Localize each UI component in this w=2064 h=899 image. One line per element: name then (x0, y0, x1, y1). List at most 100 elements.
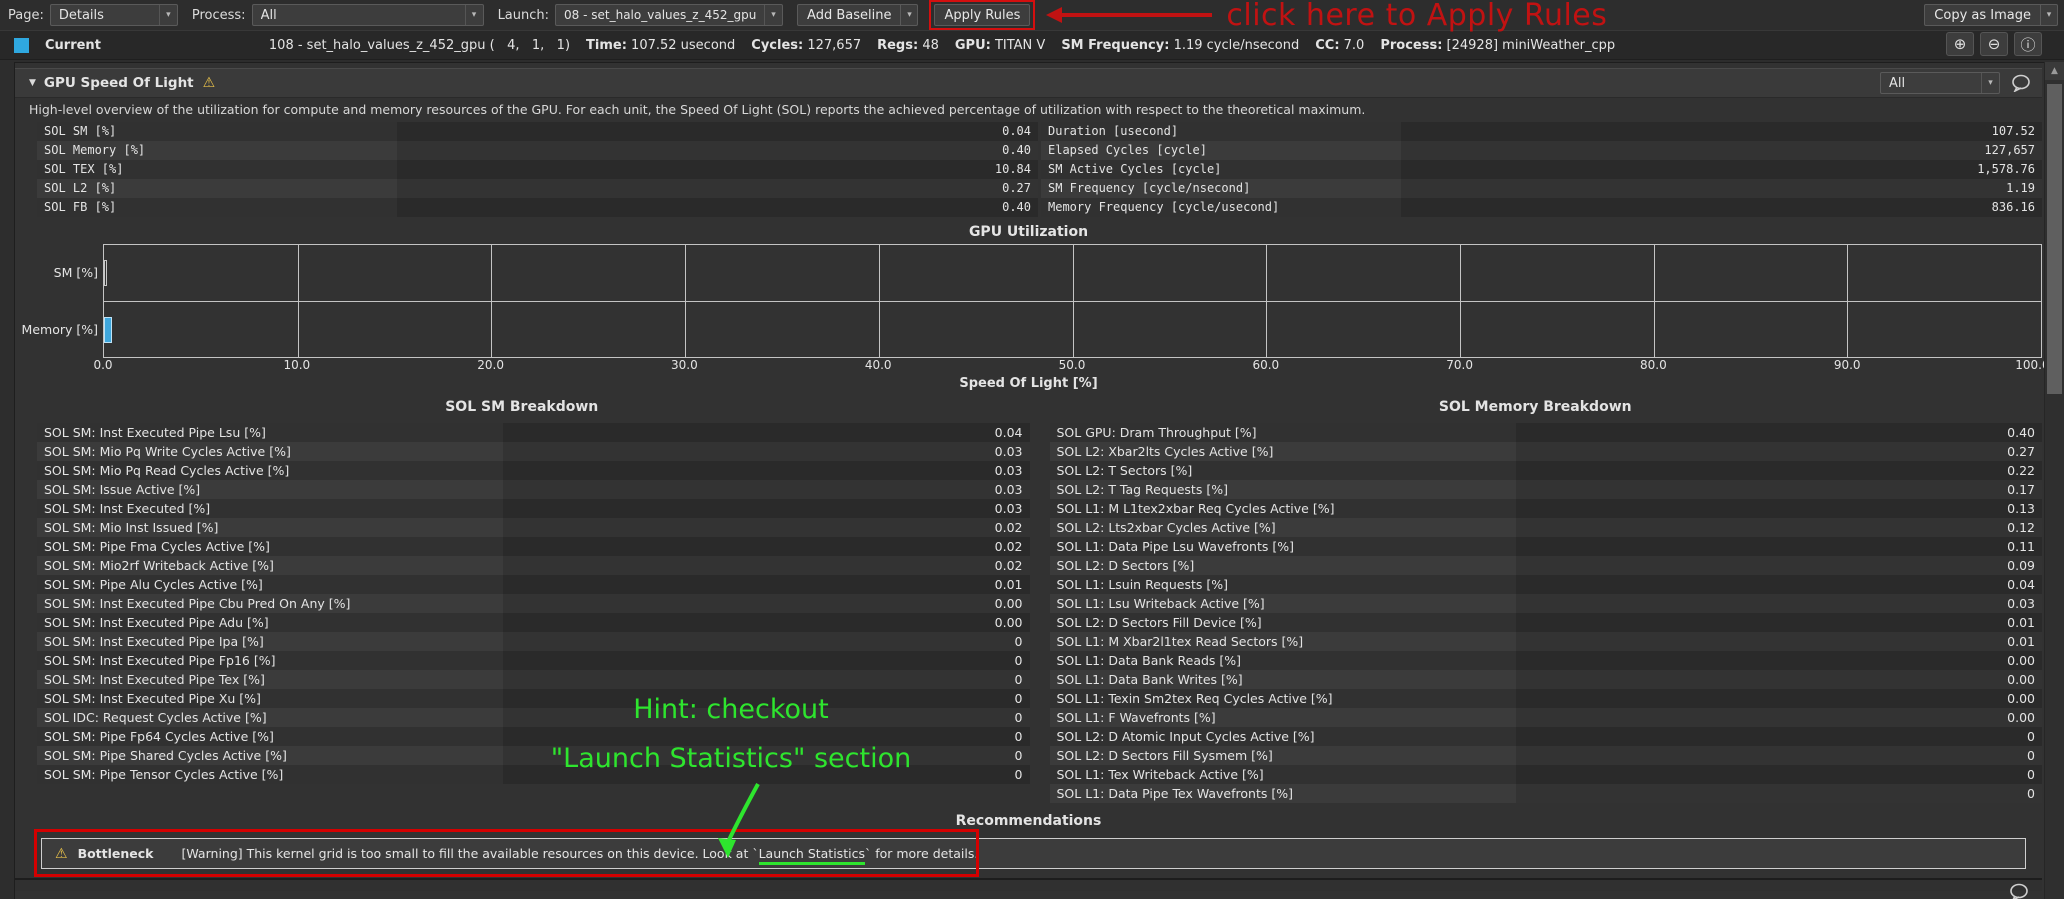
table-row: SOL L2: D Sectors [%]0.09 (1050, 556, 2043, 575)
red-arrowhead-icon (1046, 7, 1062, 23)
add-baseline-split: Add Baseline ▾ (797, 4, 918, 26)
launch-select[interactable]: 08 - set_halo_values_z_452_gpu ▾ (555, 4, 783, 26)
zoom-out-icon[interactable]: ⊖ (1980, 32, 2008, 56)
chart-category-label: SM [%] (15, 244, 103, 301)
chart-x-tick: 80.0 (1640, 358, 1667, 372)
process-label: Process: (192, 8, 246, 23)
details-page-panel: ▼ GPU Speed Of Light ⚠ All ▾ High-level … (14, 62, 2064, 899)
copy-as-image-button[interactable]: Copy as Image (1924, 4, 2041, 26)
copy-as-image-split: Copy as Image ▾ (1924, 4, 2058, 26)
table-row: Memory Frequency [cycle/usecond]836.16 (1041, 198, 2042, 217)
info-icon[interactable]: ⓘ (2014, 32, 2042, 56)
table-row: SOL L1: Lsu Writeback Active [%]0.03 (1050, 594, 2043, 613)
apply-rules-button[interactable]: Apply Rules (934, 4, 1030, 26)
section-description: High-level overview of the utilization f… (15, 98, 2042, 119)
section-warning-icon: ⚠ (203, 75, 216, 91)
sol-sm-breakdown-table: SOL SM: Inst Executed Pipe Lsu [%]0.04SO… (37, 423, 1030, 784)
comment-icon[interactable] (2008, 883, 2030, 899)
chevron-down-icon[interactable]: ▾ (901, 4, 918, 26)
launch-select-value: 08 - set_halo_values_z_452_gpu (564, 8, 756, 22)
table-row: SOL L2: D Sectors Fill Device [%]0.01 (1050, 613, 2043, 632)
chart-x-tick: 50.0 (1059, 358, 1086, 372)
table-row: SOL L2: Xbar2lts Cycles Active [%]0.27 (1050, 442, 2043, 461)
table-row: SOL L1: Lsuin Requests [%]0.04 (1050, 575, 2043, 594)
chart-x-axis-ticks: 0.010.020.030.040.050.060.070.080.090.01… (103, 358, 2041, 374)
chart-gridline (685, 245, 686, 357)
current-stat: Cycles: 127,657 (751, 38, 861, 53)
chart-category-labels: SM [%]Memory [%] (15, 244, 103, 358)
current-stat: SM Frequency: 1.19 cycle/nsecond (1061, 38, 1299, 53)
table-row: SOL SM: Mio2rf Writeback Active [%]0.02 (37, 556, 1030, 575)
sol-memory-breakdown-title: SOL Memory Breakdown (1029, 399, 2043, 415)
page-label: Page: (8, 8, 44, 23)
current-stat: Process: [24928] miniWeather_cpp (1380, 38, 1615, 53)
chart-gridline (491, 245, 492, 357)
chart-x-tick: 70.0 (1446, 358, 1473, 372)
table-row: SOL SM: Mio Pq Read Cycles Active [%]0.0… (37, 461, 1030, 480)
table-row: SOL L2: T Tag Requests [%]0.17 (1050, 480, 2043, 499)
view-zoom-controls: ⊕ ⊖ ⓘ (1946, 32, 2042, 56)
page-select-value: Details (59, 8, 104, 23)
section-filter-select[interactable]: All ▾ (1880, 72, 2000, 94)
chevron-down-icon: ▾ (1981, 73, 1999, 93)
table-row: SOL SM: Pipe Fp64 Cycles Active [%]0 (37, 727, 1030, 746)
chevron-down-icon[interactable]: ▾ (2041, 4, 2058, 26)
section-filter-value: All (1889, 76, 1905, 91)
chart-gridline (879, 245, 880, 357)
chart-gridline (1266, 245, 1267, 357)
bottleneck-warning-row: ⚠ Bottleneck [Warning] This kernel grid … (41, 838, 2026, 869)
zoom-in-icon[interactable]: ⊕ (1946, 32, 1974, 56)
gpu-utilization-chart: SM [%]Memory [%] (15, 244, 2042, 358)
chart-bar-memory (104, 317, 112, 343)
scroll-up-icon[interactable]: ▲ (2045, 62, 2064, 80)
chart-gridline (298, 245, 299, 357)
table-row: SOL L1: Texin Sm2tex Req Cycles Active [… (1050, 689, 2043, 708)
chart-title: GPU Utilization (15, 224, 2042, 240)
table-row: SOL SM: Pipe Fma Cycles Active [%]0.02 (37, 537, 1030, 556)
table-row: SOL SM: Inst Executed Pipe Xu [%]0 (37, 689, 1030, 708)
chevron-down-icon: ▾ (764, 5, 782, 25)
recommendations-title: Recommendations (15, 813, 2042, 829)
red-annotation-text: click here to Apply Rules (1226, 0, 1607, 33)
warning-triangle-icon: ⚠ (55, 846, 68, 862)
bottleneck-message-pre: [Warning] This kernel grid is too small … (182, 846, 759, 861)
launch-statistics-link: Launch Statistics (759, 846, 865, 865)
table-row: SOL IDC: Request Cycles Active [%]0 (37, 708, 1030, 727)
bottleneck-row-wrap: ⚠ Bottleneck [Warning] This kernel grid … (41, 838, 2026, 869)
chart-x-tick: 60.0 (1252, 358, 1279, 372)
table-row: SOL GPU: Dram Throughput [%]0.40 (1050, 423, 2043, 442)
scrollbar-thumb[interactable] (2047, 84, 2062, 394)
page-select[interactable]: Details ▾ (50, 4, 178, 26)
table-row: Elapsed Cycles [cycle]127,657 (1041, 141, 2042, 160)
chart-gridline (1073, 245, 1074, 357)
sol-summary-table-right: Duration [usecond]107.52Elapsed Cycles [… (1041, 122, 2042, 217)
table-row: SOL SM: Pipe Tensor Cycles Active [%]0 (37, 765, 1030, 784)
table-row: SM Active Cycles [cycle]1,578.76 (1041, 160, 2042, 179)
section-title: GPU Speed Of Light (44, 75, 194, 91)
bottleneck-label: Bottleneck (78, 846, 154, 861)
table-row: SOL L1: Data Pipe Lsu Wavefronts [%]0.11 (1050, 537, 2043, 556)
sol-memory-breakdown-table: SOL GPU: Dram Throughput [%]0.40SOL L2: … (1050, 423, 2043, 803)
add-baseline-button[interactable]: Add Baseline (797, 4, 901, 26)
table-row: SOL L1: Data Bank Writes [%]0.00 (1050, 670, 2043, 689)
current-kernel-name: 108 - set_halo_values_z_452_gpu ( 4, 1, … (269, 38, 570, 53)
table-row: Duration [usecond]107.52 (1041, 122, 2042, 141)
table-row: SOL SM: Inst Executed Pipe Tex [%]0 (37, 670, 1030, 689)
table-row: SOL L1: M Xbar2l1tex Read Sectors [%]0.0… (1050, 632, 2043, 651)
comment-icon[interactable] (2010, 74, 2032, 92)
process-select-value: All (261, 8, 277, 23)
table-row: SOL L2 [%]0.27 (37, 179, 1038, 198)
chevron-down-icon: ▾ (159, 5, 177, 25)
process-select[interactable]: All ▾ (252, 4, 484, 26)
current-stats: Time: 107.52 usecondCycles: 127,657Regs:… (570, 38, 1615, 53)
table-row: SOL SM: Pipe Shared Cycles Active [%]0 (37, 746, 1030, 765)
chart-gridline (1847, 245, 1848, 357)
apply-rules-annotation-box: Apply Rules (934, 4, 1030, 26)
vertical-scrollbar[interactable]: ▲ (2044, 62, 2064, 899)
section-header-gpu-sol[interactable]: ▼ GPU Speed Of Light ⚠ All ▾ (15, 68, 2042, 98)
table-row: SOL SM: Inst Executed Pipe Adu [%]0.00 (37, 613, 1030, 632)
collapse-caret-icon[interactable]: ▼ (29, 78, 36, 88)
table-row: SOL SM: Inst Executed Pipe Ipa [%]0 (37, 632, 1030, 651)
sol-summary-table-left: SOL SM [%]0.04SOL Memory [%]0.40SOL TEX … (37, 122, 1038, 217)
sol-sm-breakdown-title: SOL SM Breakdown (15, 399, 1029, 415)
